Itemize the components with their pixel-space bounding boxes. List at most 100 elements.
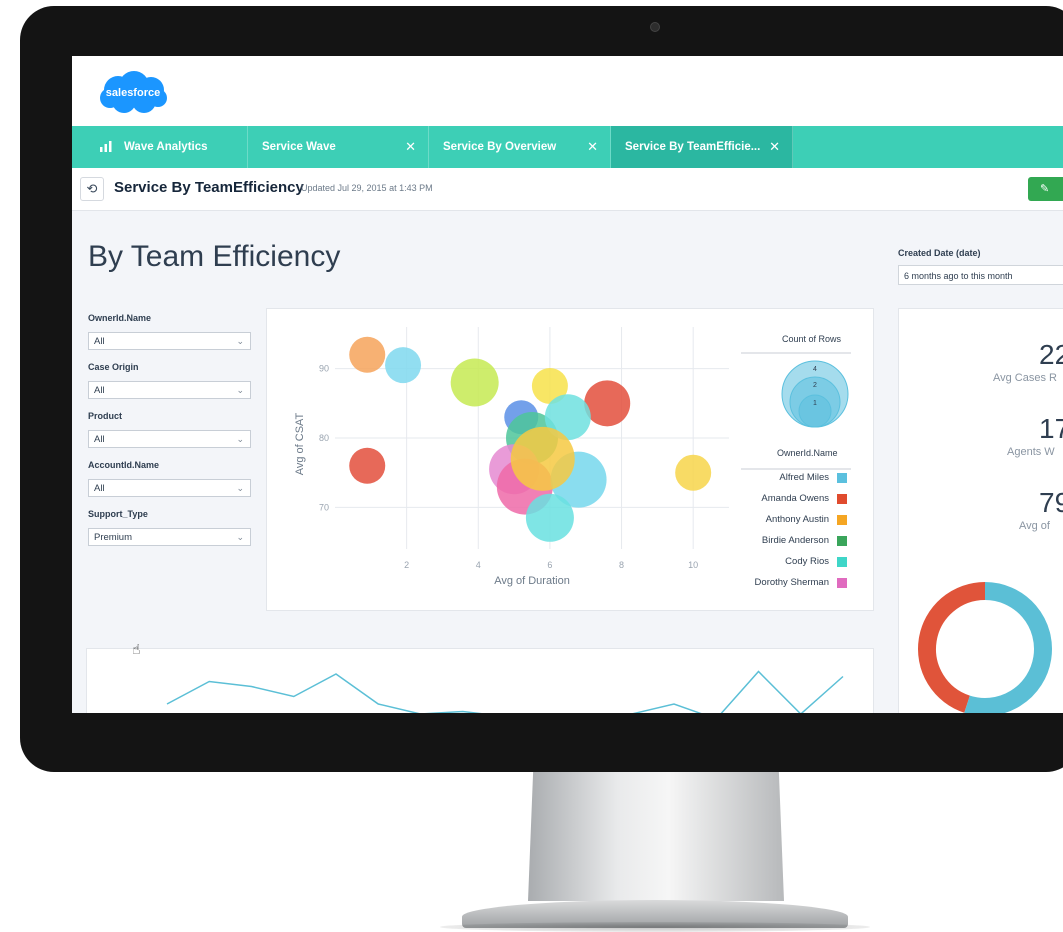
line-chart-card bbox=[86, 648, 874, 713]
size-legend-label: 2 bbox=[813, 382, 817, 389]
salesforce-logo[interactable]: salesforce bbox=[96, 68, 170, 118]
kpi-value-avg-cases: 22 bbox=[1039, 339, 1063, 370]
hand-cursor-icon: ☝ bbox=[132, 641, 141, 657]
chevron-down-icon: ⌄ bbox=[236, 336, 244, 346]
logo-text: salesforce bbox=[105, 87, 161, 99]
kpi-label-avg-cases: Avg Cases R bbox=[993, 372, 1057, 384]
filter-select-product[interactable]: All ⌄ bbox=[88, 430, 251, 448]
screen: salesforce Wave Analytics Service Wave ✕… bbox=[72, 56, 1063, 713]
global-header: salesforce bbox=[72, 56, 1063, 126]
legend-entry-name: Birdie Anderson bbox=[761, 535, 829, 546]
tab-service-wave[interactable]: Service Wave ✕ bbox=[248, 126, 429, 168]
legend-entry-name: Cody Rios bbox=[785, 556, 829, 567]
kpi-card: 22 Avg Cases R 17 Agents W 79 Avg of bbox=[898, 308, 1063, 713]
kpi-value-agents: 17 bbox=[1039, 413, 1063, 444]
x-axis-label: Avg of Duration bbox=[494, 575, 570, 587]
date-filter-label: Created Date (date) bbox=[898, 248, 981, 258]
chevron-down-icon: ⌄ bbox=[236, 385, 244, 395]
kpi-label-agents: Agents W bbox=[1007, 446, 1055, 458]
dashboard-title: Service By TeamEfficiency bbox=[114, 179, 304, 196]
bubble-point bbox=[525, 493, 574, 542]
size-legend-label: 4 bbox=[813, 366, 817, 373]
color-legend-title: OwnerId.Name bbox=[777, 448, 838, 458]
tab-bar: Wave Analytics Service Wave ✕ Service By… bbox=[72, 126, 1063, 168]
filter-select-support-type[interactable]: Premium ⌄ bbox=[88, 528, 251, 546]
line-chart bbox=[166, 670, 844, 713]
edit-button[interactable]: ✎ bbox=[1028, 177, 1063, 201]
kpi-value-avg: 79 bbox=[1039, 487, 1063, 518]
size-legend-label: 1 bbox=[813, 400, 817, 407]
webcam bbox=[650, 22, 660, 32]
scatter-chart-card: 70 80 90 2 4 6 8 10 Avg of Duration Avg of CSAT 4… bbox=[266, 308, 874, 611]
filter-value: All bbox=[94, 336, 105, 347]
filter-label-product: Product bbox=[88, 411, 123, 421]
chevron-down-icon: ⌄ bbox=[236, 434, 244, 444]
donut-chart bbox=[918, 582, 1052, 713]
legend-swatch bbox=[837, 515, 847, 525]
bubble-point bbox=[584, 380, 631, 427]
chevron-down-icon: ⌄ bbox=[236, 483, 244, 493]
legend-entry-name: Amanda Owens bbox=[761, 493, 829, 504]
updated-timestamp: Updated Jul 29, 2015 at 1:43 PM bbox=[301, 183, 433, 193]
undo-button[interactable]: ⟲ bbox=[80, 177, 104, 201]
close-icon[interactable]: ✕ bbox=[587, 126, 598, 168]
legend-entry-name: Anthony Austin bbox=[765, 514, 829, 525]
tab-service-by-overview[interactable]: Service By Overview ✕ bbox=[429, 126, 611, 168]
x-tick-label: 10 bbox=[688, 560, 698, 570]
filter-label-case-origin: Case Origin bbox=[88, 362, 139, 372]
bubble-point bbox=[349, 447, 386, 484]
tab-label: Service By Overview bbox=[443, 141, 557, 153]
filter-value: All bbox=[94, 483, 105, 494]
page-heading: By Team Efficiency bbox=[88, 240, 341, 273]
legend-swatch bbox=[837, 557, 847, 567]
line-series bbox=[166, 670, 844, 713]
bubble-point bbox=[510, 426, 575, 491]
legend-swatch bbox=[837, 578, 847, 588]
bubble-point bbox=[450, 358, 499, 407]
filter-label-accountid: AccountId.Name bbox=[88, 460, 160, 470]
x-tick-label: 4 bbox=[476, 560, 481, 570]
tab-wave-analytics[interactable]: Wave Analytics bbox=[72, 126, 248, 168]
size-legend-title: Count of Rows bbox=[782, 334, 842, 344]
legend-swatch bbox=[837, 473, 847, 483]
legend-entry-name: Alfred Miles bbox=[779, 472, 829, 483]
x-tick-label: 2 bbox=[404, 560, 409, 570]
pencil-icon: ✎ bbox=[1040, 183, 1050, 195]
bubble-point bbox=[675, 454, 712, 491]
y-tick-label: 90 bbox=[319, 364, 329, 374]
legend-swatch bbox=[837, 494, 847, 504]
tab-service-by-teamefficiency[interactable]: Service By TeamEfficie... ✕ bbox=[611, 126, 793, 168]
bubble-point bbox=[349, 336, 386, 373]
filter-value: Premium bbox=[94, 532, 133, 543]
legend-swatch bbox=[837, 536, 847, 546]
x-tick-label: 8 bbox=[619, 560, 624, 570]
filter-select-ownerid[interactable]: All ⌄ bbox=[88, 332, 251, 350]
date-filter-select[interactable]: 6 months ago to this month bbox=[898, 265, 1063, 285]
bubble-point bbox=[385, 347, 422, 384]
tab-label: Service By TeamEfficie... bbox=[625, 141, 761, 153]
tab-label: Wave Analytics bbox=[124, 141, 208, 153]
filter-label-support-type: Support_Type bbox=[88, 509, 148, 519]
legend-entry-name: Dorothy Sherman bbox=[754, 577, 829, 588]
undo-icon: ⟲ bbox=[86, 181, 98, 196]
y-axis-label: Avg of CSAT bbox=[294, 412, 306, 475]
close-icon[interactable]: ✕ bbox=[769, 126, 780, 168]
filter-label-ownerid: OwnerId.Name bbox=[88, 313, 152, 323]
x-tick-label: 6 bbox=[547, 560, 552, 570]
donut-segment bbox=[964, 582, 1052, 713]
base-shadow bbox=[440, 922, 870, 932]
tab-label: Service Wave bbox=[262, 141, 336, 153]
dashboard-titlebar: ⟲ Service By TeamEfficiency Updated Jul … bbox=[72, 168, 1063, 211]
kpi-label-avg: Avg of bbox=[1019, 520, 1050, 532]
bar-chart-icon bbox=[100, 141, 112, 152]
donut-segment bbox=[918, 582, 986, 713]
filter-value: All bbox=[94, 434, 105, 445]
y-tick-label: 80 bbox=[319, 433, 329, 443]
y-tick-label: 70 bbox=[319, 502, 329, 512]
filter-select-case-origin[interactable]: All ⌄ bbox=[88, 381, 251, 399]
date-filter-value: 6 months ago to this month bbox=[904, 271, 1013, 281]
close-icon[interactable]: ✕ bbox=[405, 126, 416, 168]
filter-value: All bbox=[94, 385, 105, 396]
filter-select-accountid[interactable]: All ⌄ bbox=[88, 479, 251, 497]
chevron-down-icon: ⌄ bbox=[236, 532, 244, 542]
